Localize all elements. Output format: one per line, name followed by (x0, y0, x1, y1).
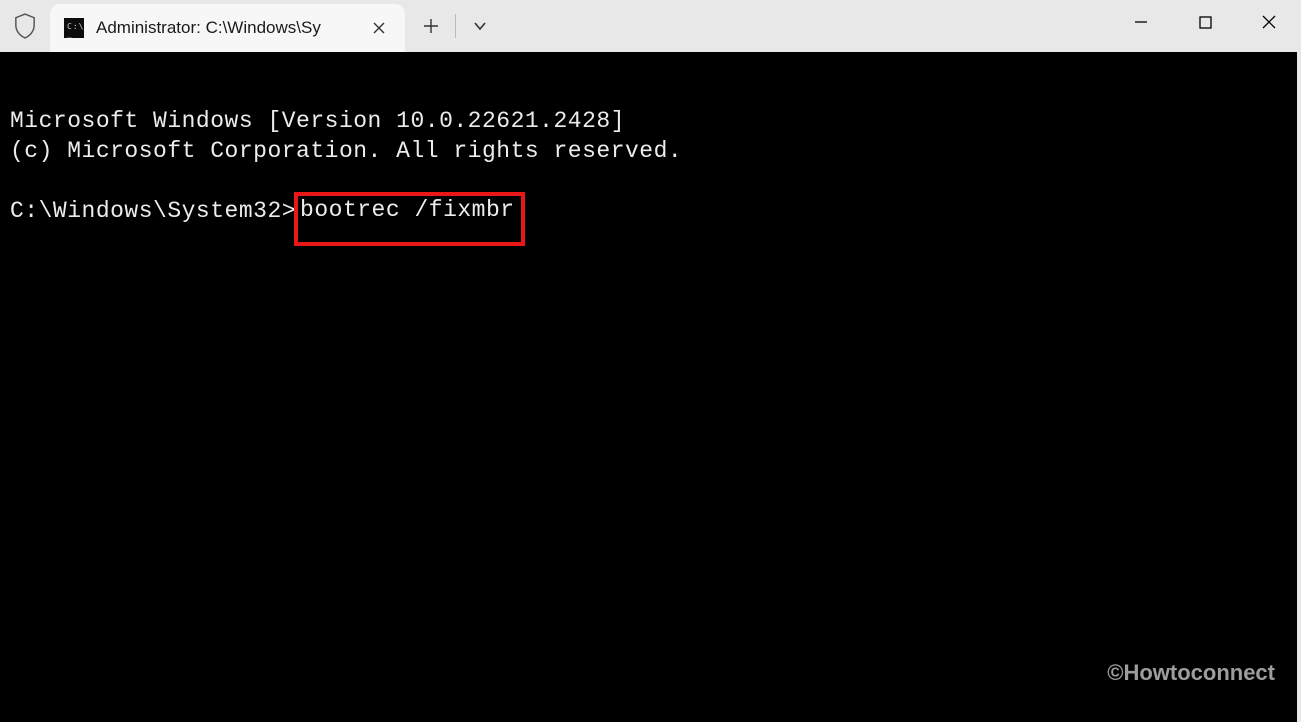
terminal-content: Microsoft Windows [Version 10.0.22621.24… (0, 52, 1297, 256)
titlebar: C:\ _ Administrator: C:\Windows\Sy (0, 0, 1301, 52)
watermark: ©Howtoconnect (1107, 660, 1275, 686)
terminal-area[interactable]: Microsoft Windows [Version 10.0.22621.24… (0, 52, 1297, 722)
terminal-line: (c) Microsoft Corporation. All rights re… (10, 138, 682, 164)
active-tab[interactable]: C:\ _ Administrator: C:\Windows\Sy (50, 4, 405, 52)
new-tab-button[interactable] (409, 6, 453, 46)
terminal-command: bootrec /fixmbr (300, 197, 515, 223)
terminal-prompt: C:\Windows\System32> (10, 196, 296, 226)
shield-icon (0, 0, 50, 52)
tab-close-button[interactable] (365, 14, 393, 42)
divider (455, 14, 456, 38)
tab-actions (409, 0, 502, 52)
minimize-button[interactable] (1109, 0, 1173, 44)
maximize-button[interactable] (1173, 0, 1237, 44)
tab-dropdown-button[interactable] (458, 6, 502, 46)
terminal-line: Microsoft Windows [Version 10.0.22621.24… (10, 108, 625, 134)
window-controls (1109, 0, 1301, 44)
tab-title: Administrator: C:\Windows\Sy (96, 18, 353, 38)
window-close-button[interactable] (1237, 0, 1301, 44)
terminal-icon: C:\ _ (64, 18, 84, 38)
svg-text:_: _ (67, 29, 73, 38)
command-highlight: bootrec /fixmbr (294, 192, 525, 246)
